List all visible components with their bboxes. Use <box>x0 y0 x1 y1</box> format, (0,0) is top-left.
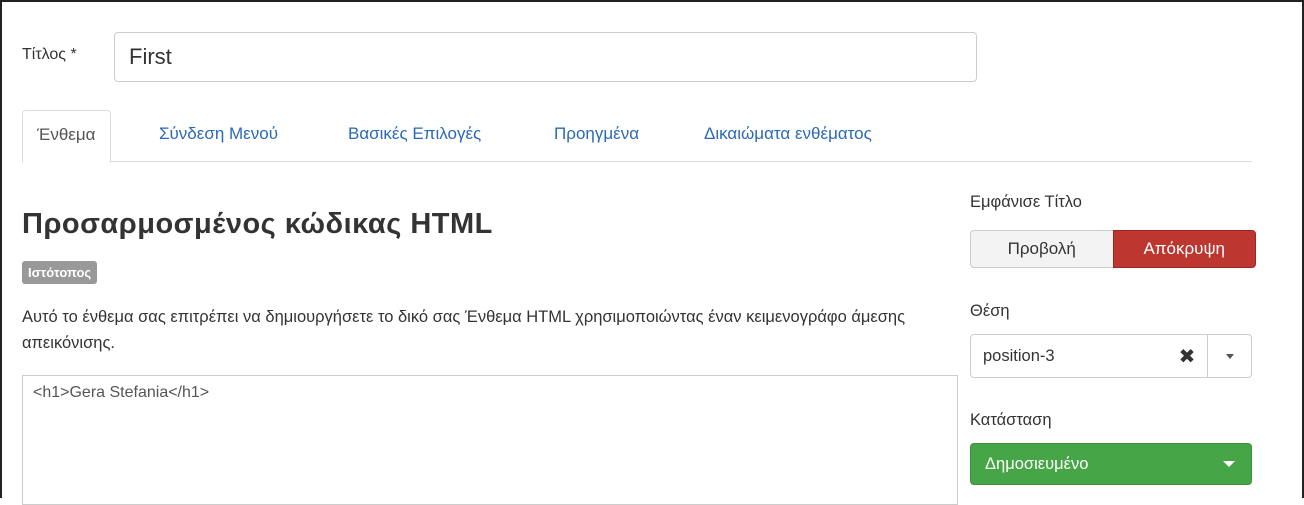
status-select[interactable]: Δημοσιευμένο <box>970 443 1252 485</box>
tab-advanced[interactable]: Προηγμένα <box>540 110 653 162</box>
clear-icon[interactable]: ✖ <box>1167 344 1207 369</box>
site-badge: Ιστότοπος <box>22 261 98 284</box>
chevron-down-icon[interactable] <box>1207 335 1251 377</box>
status-value: Δημοσιευμένο <box>985 454 1089 473</box>
module-description: Αυτό το ένθεμα σας επιτρέπει να δημιουργ… <box>22 308 906 352</box>
show-title-toggle: Προβολή Απόκρυψη <box>970 230 1256 268</box>
position-select[interactable]: position-3 ✖ <box>970 334 1252 378</box>
show-button[interactable]: Προβολή <box>970 230 1113 268</box>
position-label: Θέση <box>970 302 1010 320</box>
show-title-label: Εμφάνισε Τίτλο <box>970 193 1082 211</box>
tab-module[interactable]: Ένθεμα <box>22 110 111 163</box>
module-type-heading: Προσαρμοσμένος κώδικας HTML <box>22 208 493 240</box>
position-value: position-3 <box>983 346 1055 365</box>
tab-menu-assignment[interactable]: Σύνδεση Μενού <box>145 110 292 162</box>
tab-module-permissions[interactable]: Δικαιώματα ενθέματος <box>690 110 886 162</box>
tab-bar: Ένθεμα Σύνδεση Μενού Βασικές Επιλογές Πρ… <box>22 110 1252 163</box>
title-input[interactable]: First <box>114 32 977 82</box>
hide-button[interactable]: Απόκρυψη <box>1112 230 1256 268</box>
tab-basic-options[interactable]: Βασικές Επιλογές <box>334 110 495 162</box>
status-label: Κατάσταση <box>970 411 1052 429</box>
title-label: Τίτλος * <box>22 46 77 63</box>
chevron-down-icon <box>1207 461 1251 467</box>
html-editor[interactable]: <h1>Gera Stefania</h1> <box>22 375 958 505</box>
